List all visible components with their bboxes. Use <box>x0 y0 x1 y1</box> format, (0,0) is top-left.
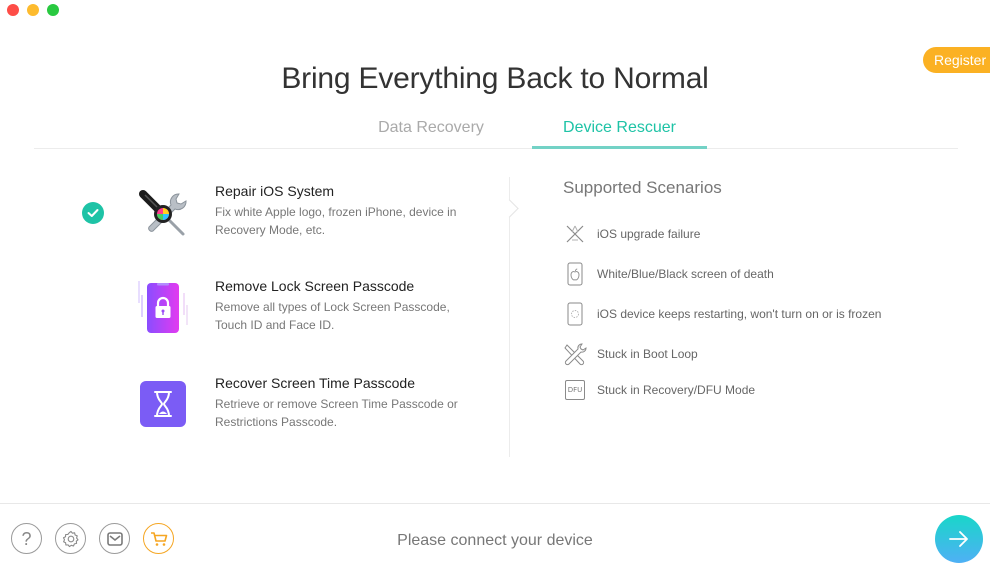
lock-phone-icon <box>135 275 191 333</box>
apple-screen-icon <box>563 262 587 286</box>
footer-divider <box>0 503 990 504</box>
tools-icon <box>563 342 587 366</box>
scenario-item: iOS upgrade failure <box>563 222 700 246</box>
tab-data-recovery[interactable]: Data Recovery <box>340 119 522 137</box>
feature-title: Recover Screen Time Passcode <box>215 375 415 391</box>
feature-title: Repair iOS System <box>215 183 335 199</box>
minimize-window-button[interactable] <box>27 4 39 16</box>
panel-divider <box>509 177 510 457</box>
scenario-item: iOS device keeps restarting, won't turn … <box>563 302 881 326</box>
page-title: Bring Everything Back to Normal <box>281 62 709 95</box>
hourglass-icon <box>135 376 191 432</box>
feature-recover-screen-time-passcode[interactable]: Recover Screen Time Passcode Retrieve or… <box>0 372 480 442</box>
next-button[interactable] <box>935 515 983 563</box>
scenario-label: Stuck in Boot Loop <box>597 347 698 361</box>
feature-description: Retrieve or remove Screen Time Passcode … <box>215 397 458 429</box>
upgrade-failure-icon <box>563 222 587 246</box>
dfu-icon: DFU <box>563 378 587 402</box>
scenario-label: iOS upgrade failure <box>597 227 701 241</box>
scenario-label: Stuck in Recovery/DFU Mode <box>597 383 756 397</box>
feature-title: Remove Lock Screen Passcode <box>215 278 415 294</box>
close-window-button[interactable] <box>7 4 19 16</box>
connection-status: Please connect your device <box>397 532 593 549</box>
selected-check-icon <box>82 202 104 224</box>
feature-description: Remove all types of Lock Screen Passcode… <box>215 300 450 332</box>
scenario-item: DFU Stuck in Recovery/DFU Mode <box>563 378 755 402</box>
active-tab-indicator <box>532 146 707 149</box>
scenario-label: White/Blue/Black screen of death <box>597 267 774 281</box>
scenario-item: Stuck in Boot Loop <box>563 342 698 366</box>
feature-repair-ios-system[interactable]: Repair iOS System Fix white Apple logo, … <box>0 180 480 250</box>
dfu-icon-label: DFU <box>565 380 585 400</box>
tab-device-rescuer[interactable]: Device Rescuer <box>532 119 707 137</box>
feature-remove-lock-screen-passcode[interactable]: Remove Lock Screen Passcode Remove all t… <box>0 275 480 345</box>
divider-pointer <box>500 199 519 218</box>
mode-tabs: Data Recovery Device Rescuer <box>34 112 958 149</box>
arrow-right-icon <box>949 531 969 547</box>
maximize-window-button[interactable] <box>47 4 59 16</box>
scenario-label: iOS device keeps restarting, won't turn … <box>597 307 882 321</box>
scenario-item: White/Blue/Black screen of death <box>563 262 774 286</box>
feature-description: Fix white Apple logo, frozen iPhone, dev… <box>215 205 457 237</box>
repair-tools-icon <box>135 186 191 242</box>
restart-device-icon <box>563 302 587 326</box>
window-controls <box>7 4 59 16</box>
scenarios-title: Supported Scenarios <box>563 178 722 197</box>
